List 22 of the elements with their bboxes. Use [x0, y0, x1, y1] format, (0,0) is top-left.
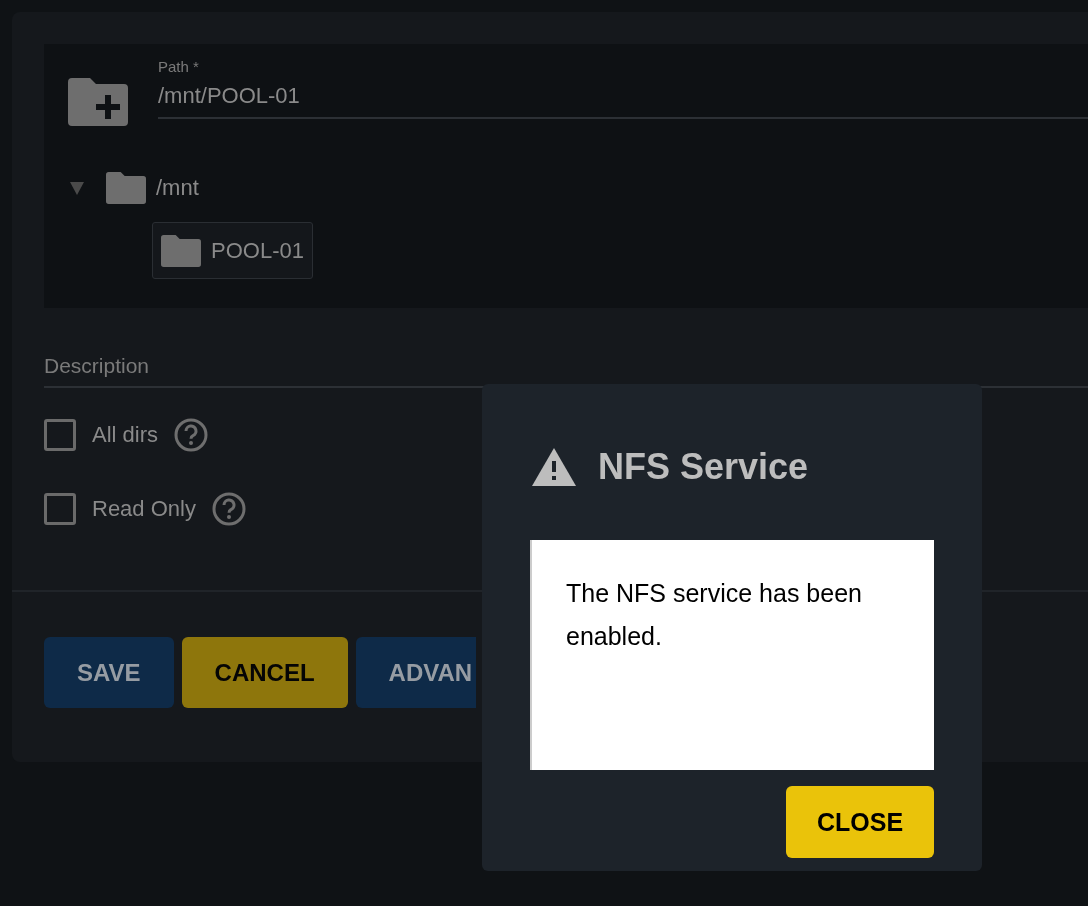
close-button[interactable]: CLOSE	[786, 786, 934, 858]
cancel-button[interactable]: CANCEL	[181, 637, 348, 708]
collapse-arrow-icon[interactable]	[70, 181, 84, 195]
folder-icon	[106, 172, 146, 204]
folder-plus-icon	[68, 78, 128, 126]
help-icon[interactable]	[211, 492, 246, 526]
dialog-message: The NFS service has been enabled.	[530, 540, 934, 770]
advanced-button[interactable]: ADVAN	[355, 637, 476, 708]
warning-icon	[532, 448, 576, 486]
help-icon[interactable]	[174, 418, 208, 452]
tree-item[interactable]: POOL-01	[152, 222, 313, 279]
folder-icon	[161, 234, 201, 267]
path-field[interactable]: Path * /mnt/POOL-01	[158, 58, 1088, 119]
checkbox[interactable]	[44, 493, 76, 525]
checkbox-label: All dirs	[92, 422, 158, 448]
dialog-title: NFS Service	[598, 446, 809, 488]
checkbox[interactable]	[44, 419, 76, 451]
path-label: Path *	[158, 58, 200, 75]
save-button[interactable]: SAVE	[44, 637, 174, 708]
checkbox-label: Read Only	[92, 496, 196, 522]
tree-item[interactable]: /mnt	[154, 175, 201, 201]
path-value: /mnt/POOL-01	[158, 83, 301, 109]
